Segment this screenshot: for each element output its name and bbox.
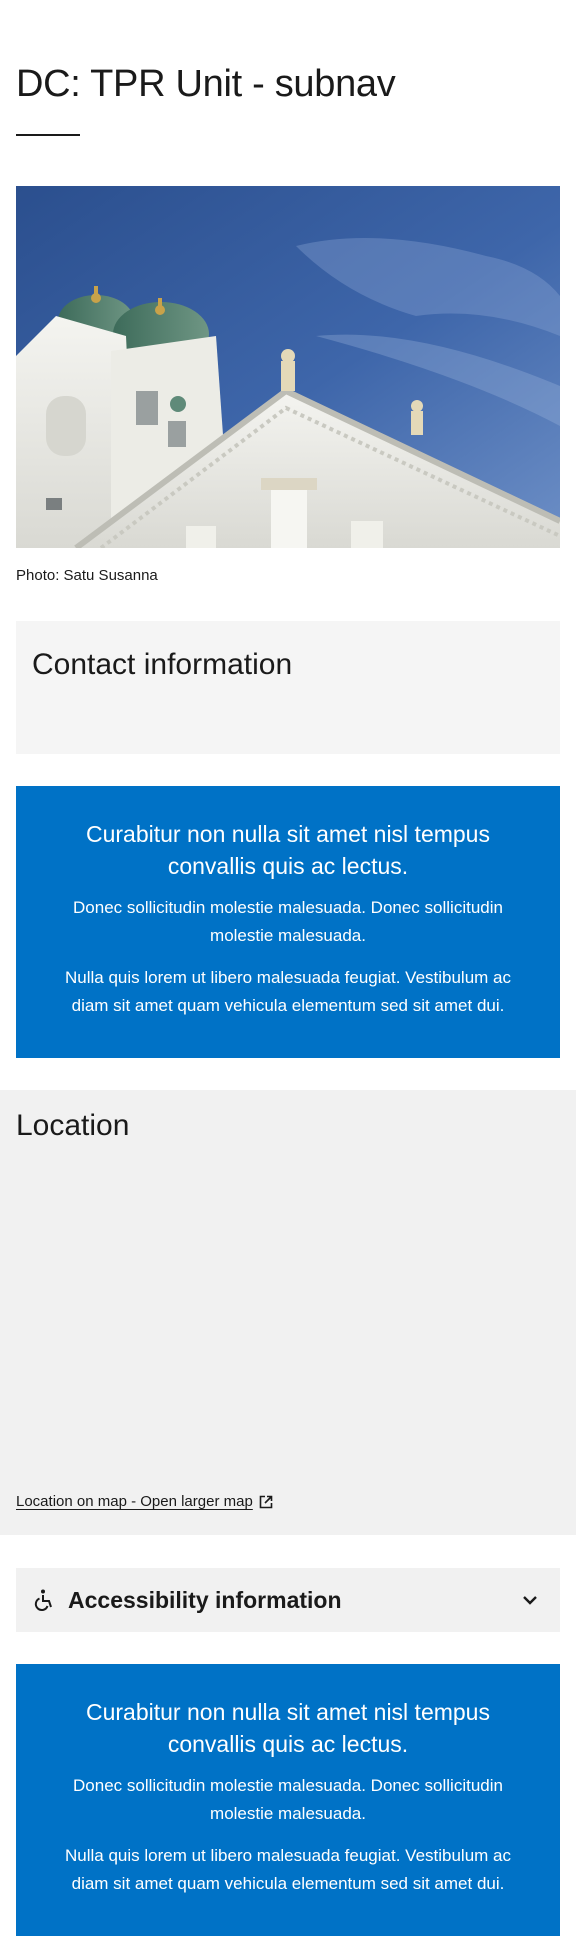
- banner-text: Nulla quis lorem ut libero malesuada feu…: [64, 968, 512, 1015]
- banner-text: Donec sollicitudin molestie malesuada. D…: [73, 898, 503, 945]
- page-title: DC: TPR Unit - subnav: [16, 63, 396, 105]
- contact-heading: Contact information: [32, 648, 293, 681]
- external-link-icon: [259, 1495, 273, 1509]
- banner-text: Nulla quis lorem ut libero malesuada feu…: [64, 1846, 512, 1893]
- location-section: Location Location on map - Open larger m…: [0, 1090, 576, 1535]
- banner-text: Donec sollicitudin molestie malesuada. D…: [73, 1776, 503, 1823]
- accessibility-label: Accessibility information: [68, 1587, 342, 1613]
- contact-information-card: Contact information: [16, 621, 560, 754]
- location-heading: Location: [16, 1109, 130, 1142]
- map-link-label: Location on map - Open larger map: [16, 1493, 253, 1510]
- accessibility-accordion[interactable]: Accessibility information: [16, 1568, 560, 1632]
- banner-heading: Curabitur non nulla sit amet nisl tempus…: [86, 1699, 490, 1757]
- info-banner: Curabitur non nulla sit amet nisl tempus…: [16, 786, 560, 1058]
- photo-caption: Photo: Satu Susanna: [16, 567, 158, 584]
- chevron-down-icon: [523, 1596, 537, 1605]
- banner-heading: Curabitur non nulla sit amet nisl tempus…: [86, 821, 490, 879]
- hero-image: [16, 186, 560, 548]
- open-larger-map-link[interactable]: Location on map - Open larger map: [16, 1492, 273, 1512]
- title-divider: [16, 134, 80, 136]
- info-banner: Curabitur non nulla sit amet nisl tempus…: [16, 1664, 560, 1936]
- wheelchair-icon: [34, 1589, 52, 1612]
